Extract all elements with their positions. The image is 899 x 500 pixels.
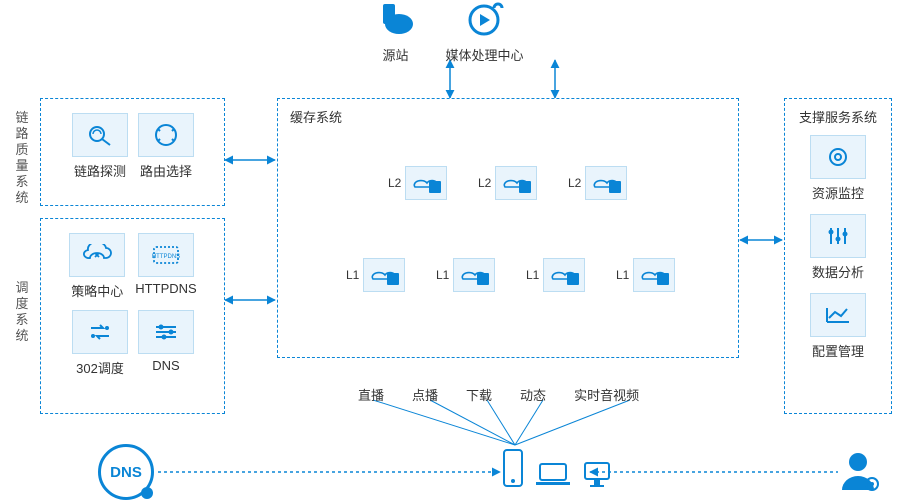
route-select-icon xyxy=(138,113,194,157)
cache-title: 缓存系统 xyxy=(290,107,342,126)
server-cloud-icon xyxy=(633,258,675,292)
media-center-node: 媒体处理中心 xyxy=(445,2,523,64)
service-labels: 直播 点播 下载 动态 实时音视频 xyxy=(358,385,639,404)
tile-302: 302调度 xyxy=(72,310,128,377)
user-icon xyxy=(838,448,882,495)
phone-icon xyxy=(502,448,524,491)
media-center-label: 媒体处理中心 xyxy=(445,45,523,64)
l1-node-0: L1 xyxy=(346,258,405,292)
scheduling-panel: 策略中心 HTTPDNS HTTPDNS 302调度 DNS xyxy=(40,218,225,414)
server-cloud-icon xyxy=(585,166,627,200)
tile-link-detect: 链路探测 xyxy=(72,113,128,180)
l2-node-1: L2 xyxy=(478,166,537,200)
l1-node-2: L1 xyxy=(526,258,585,292)
chart-line-icon xyxy=(810,293,866,337)
top-row: 源站 媒体处理中心 xyxy=(0,2,899,64)
tile-dns: DNS xyxy=(138,310,194,377)
l1-node-1: L1 xyxy=(436,258,495,292)
support-title: 支撑服务系统 xyxy=(785,107,891,126)
link-quality-panel: 链路探测 路由选择 xyxy=(40,98,225,206)
server-cloud-icon xyxy=(495,166,537,200)
l1-node-3: L1 xyxy=(616,258,675,292)
client-devices xyxy=(502,448,612,491)
laptop-icon xyxy=(534,460,572,491)
tile-route-select: 路由选择 xyxy=(138,113,194,180)
cache-system-panel: 缓存系统 xyxy=(277,98,739,358)
httpdns-icon: HTTPDNS xyxy=(138,233,194,277)
tile-analytics: 数据分析 xyxy=(810,214,866,281)
l2-node-2: L2 xyxy=(568,166,627,200)
origin-label: 源站 xyxy=(382,45,408,64)
sliders-icon xyxy=(810,214,866,258)
dns-slider-icon xyxy=(138,310,194,354)
media-center-icon xyxy=(464,2,504,41)
tile-config: 配置管理 xyxy=(810,293,866,360)
svg-text:HTTPDNS: HTTPDNS xyxy=(152,254,180,260)
origin-icon xyxy=(375,2,415,41)
server-cloud-icon xyxy=(543,258,585,292)
desktop-icon xyxy=(582,460,612,491)
dns-badge: DNS xyxy=(98,444,154,500)
tile-monitor: 资源监控 xyxy=(810,135,866,202)
tile-policy-center: 策略中心 xyxy=(69,233,125,300)
link-detect-icon xyxy=(72,113,128,157)
tile-httpdns: HTTPDNS HTTPDNS xyxy=(135,233,196,300)
eye-icon xyxy=(810,135,866,179)
server-cloud-icon xyxy=(453,258,495,292)
l2-node-0: L2 xyxy=(388,166,447,200)
redirect-icon xyxy=(72,310,128,354)
server-cloud-icon xyxy=(363,258,405,292)
scheduling-title: 调度系统 xyxy=(14,280,30,344)
server-cloud-icon xyxy=(405,166,447,200)
origin-node: 源站 xyxy=(375,2,415,64)
link-quality-title: 链路质量系统 xyxy=(14,110,30,206)
support-panel: 支撑服务系统 资源监控 数据分析 配置管理 xyxy=(784,98,892,414)
policy-center-icon xyxy=(69,233,125,277)
